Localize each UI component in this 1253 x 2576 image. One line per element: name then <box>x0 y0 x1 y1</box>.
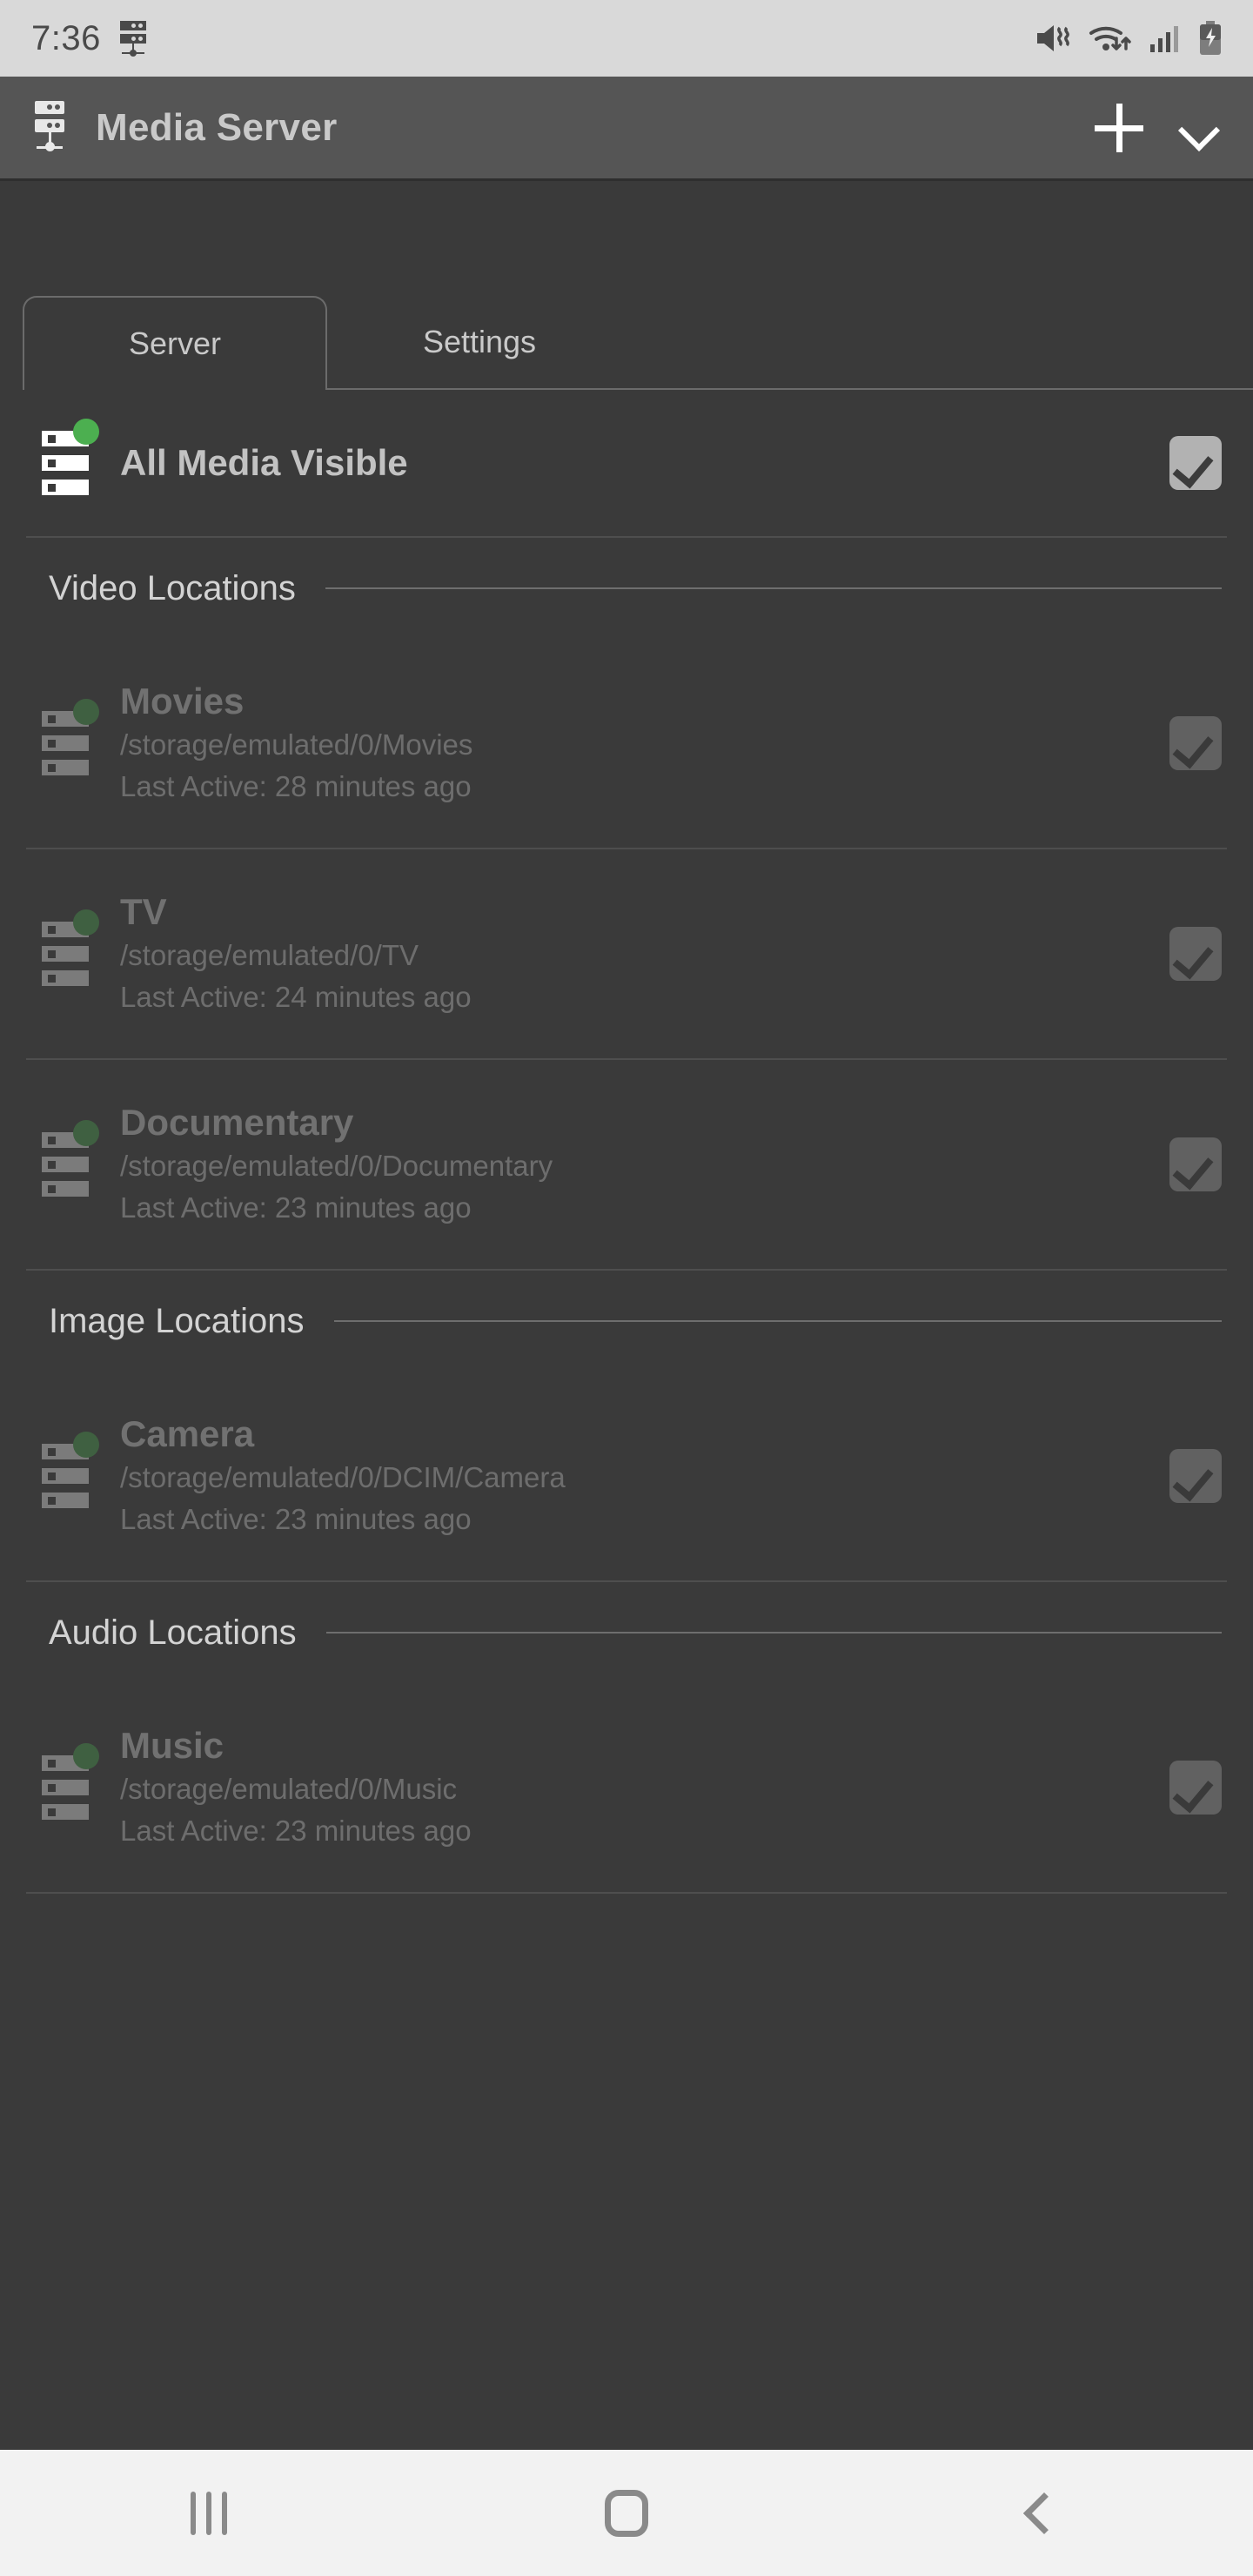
list-item-path: /storage/emulated/0/Documentary <box>120 1150 553 1183</box>
list-item-texts: TV /storage/emulated/0/TV Last Active: 2… <box>120 893 1169 1014</box>
list-item-name: Documentary <box>120 1102 354 1144</box>
section-header-image-locations: Image Locations <box>0 1271 1253 1372</box>
chevron-down-icon[interactable] <box>1178 109 1216 147</box>
system-navigation-bar <box>0 2447 1253 2576</box>
list-item-checkbox[interactable] <box>1169 1761 1222 1815</box>
section-header-audio-locations: Audio Locations <box>0 1582 1253 1683</box>
list-item-path: /storage/emulated/0/DCIM/Camera <box>120 1461 566 1494</box>
section-rule <box>333 1320 1222 1322</box>
list-item-checkbox[interactable] <box>1169 716 1222 770</box>
recents-button[interactable] <box>113 2449 305 2576</box>
list-item-last-active: Last Active: 23 minutes ago <box>120 1191 472 1224</box>
list-item-path: /storage/emulated/0/Music <box>120 1773 458 1806</box>
server-icon <box>42 1743 99 1820</box>
tab-server[interactable]: Server <box>23 296 327 390</box>
list-item[interactable]: Camera /storage/emulated/0/DCIM/Camera L… <box>0 1372 1253 1580</box>
list-item-checkbox[interactable] <box>1169 1449 1222 1503</box>
list-item-last-active: Last Active: 23 minutes ago <box>120 1815 472 1848</box>
status-dot-icon <box>73 909 99 936</box>
tab-settings[interactable]: Settings <box>327 296 632 390</box>
server-icon <box>42 1432 99 1508</box>
list-item-name: TV <box>120 891 167 933</box>
list-item-checkbox[interactable] <box>1169 927 1222 981</box>
section-header-video-locations: Video Locations <box>0 538 1253 639</box>
status-bar-left: 7:36 <box>31 19 150 57</box>
wifi-icon <box>1089 26 1131 50</box>
list-item-texts: Movies /storage/emulated/0/Movies Last A… <box>120 682 1169 803</box>
section-title: Audio Locations <box>49 1613 297 1652</box>
status-dot-icon <box>73 699 99 725</box>
server-icon <box>31 100 70 155</box>
section-rule <box>325 587 1222 589</box>
tab-bar: Server Settings <box>0 285 1253 390</box>
home-button[interactable] <box>531 2449 722 2576</box>
list-item-name: Music <box>120 1725 224 1767</box>
app-bar: Media Server <box>0 77 1253 181</box>
list-item-path: /storage/emulated/0/Movies <box>120 728 473 761</box>
list-item-name: Camera <box>120 1413 255 1455</box>
tab-settings-label: Settings <box>422 324 537 359</box>
list-item-last-active: Last Active: 28 minutes ago <box>120 770 472 803</box>
all-media-visible-label: All Media Visible <box>120 442 408 483</box>
section-title: Image Locations <box>49 1301 305 1340</box>
server-icon <box>42 909 99 986</box>
status-dot-icon <box>73 1120 99 1146</box>
status-dot-icon <box>73 1743 99 1769</box>
back-button[interactable] <box>948 2449 1140 2576</box>
recents-icon <box>191 2491 227 2535</box>
server-icon <box>42 1120 99 1197</box>
all-media-visible-row[interactable]: All Media Visible <box>0 390 1253 536</box>
list-item-texts: Camera /storage/emulated/0/DCIM/Camera L… <box>120 1415 1169 1536</box>
list-item-texts: Music /storage/emulated/0/Music Last Act… <box>120 1727 1169 1848</box>
divider <box>26 1892 1227 1894</box>
status-dot-icon <box>73 419 99 445</box>
status-bar-clock: 7:36 <box>31 19 101 57</box>
list-item[interactable]: Music /storage/emulated/0/Music Last Act… <box>0 1683 1253 1892</box>
app-bar-actions <box>1095 103 1222 152</box>
list-item-path: /storage/emulated/0/TV <box>120 939 419 972</box>
page-title: Media Server <box>96 105 338 149</box>
back-icon <box>1022 2492 1066 2534</box>
battery-charging-icon <box>1200 21 1221 55</box>
list-item-last-active: Last Active: 23 minutes ago <box>120 1503 472 1536</box>
tab-server-label: Server <box>128 325 222 361</box>
status-bar: 7:36 <box>0 0 1253 77</box>
server-icon <box>42 419 99 495</box>
list-item[interactable]: Documentary /storage/emulated/0/Document… <box>0 1060 1253 1269</box>
all-media-visible-checkbox[interactable] <box>1169 436 1222 490</box>
tab-bar-filler <box>632 296 1253 390</box>
server-notification-icon <box>117 19 150 57</box>
section-title: Video Locations <box>49 568 296 607</box>
server-icon <box>42 699 99 775</box>
main-content: Server Settings All Media Visible Video … <box>0 181 1253 2447</box>
status-dot-icon <box>73 1432 99 1458</box>
section-rule <box>325 1632 1222 1633</box>
home-icon <box>605 2489 648 2537</box>
list-item[interactable]: Movies /storage/emulated/0/Movies Last A… <box>0 639 1253 848</box>
add-location-button[interactable] <box>1095 103 1143 152</box>
phone-screen: 7:36 Media Server Server Settings All Me… <box>0 0 1253 2576</box>
list-item[interactable]: TV /storage/emulated/0/TV Last Active: 2… <box>0 849 1253 1058</box>
list-item-name: Movies <box>120 681 245 722</box>
mute-vibrate-icon <box>1037 25 1069 51</box>
list-item-checkbox[interactable] <box>1169 1137 1222 1191</box>
cellular-signal-icon <box>1150 26 1178 52</box>
status-bar-right <box>1034 0 1223 77</box>
list-item-last-active: Last Active: 24 minutes ago <box>120 981 472 1014</box>
list-item-texts: Documentary /storage/emulated/0/Document… <box>120 1104 1169 1224</box>
